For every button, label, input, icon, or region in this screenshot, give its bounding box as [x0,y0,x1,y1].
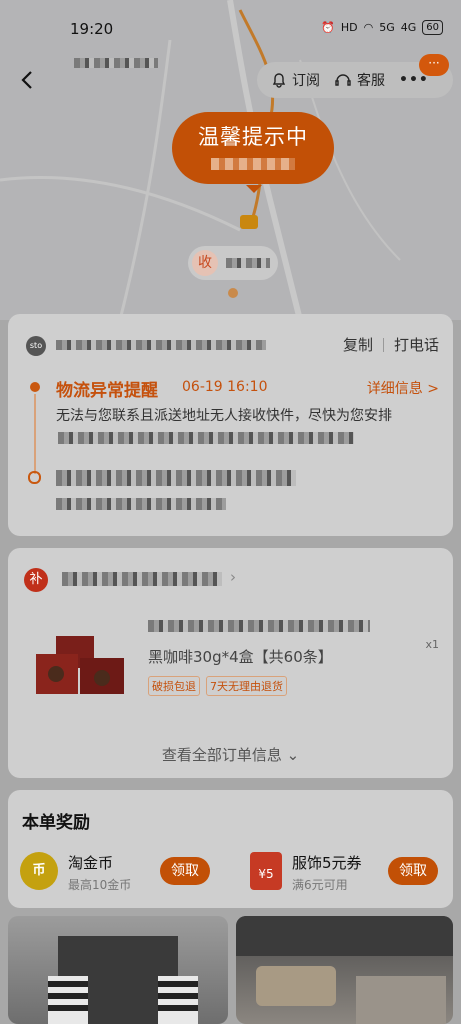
status-bar: 19:20 ⏰ HD ◠ 5G 4G 60 [0,18,461,42]
signal-4g-icon: 4G [400,21,417,34]
receiver-marker[interactable]: 收 [188,246,278,280]
view-all-order-button[interactable]: 查看全部订单信息 ⌄ [8,744,453,765]
alert-title: 物流异常提醒 [56,381,158,401]
rewards-card: 本单奖励 币 淘金币 最高10金币 领取 ¥5 服饰5元券 满6元可用 领取 [8,790,453,908]
divider [382,337,384,352]
timeline-dot [28,471,41,484]
redacted-title [74,58,158,68]
redacted-event [56,470,296,486]
product-title: 黑咖啡30g*4盒【共60条】 [148,648,333,666]
feed-item[interactable] [236,916,453,1024]
redacted-product-name [148,620,370,632]
back-arrow-icon[interactable] [18,70,38,90]
redacted-shop-name[interactable] [62,572,222,586]
carrier-logo: sto [26,336,46,356]
feed-image [48,936,198,1024]
view-all-label: 查看全部订单信息 [161,746,282,764]
alarm-icon: ⏰ [321,21,335,34]
tag: 7天无理由退货 [206,676,287,696]
reward-sub: 最高10金币 [68,878,132,892]
redacted-receiver [226,258,270,268]
redacted-event-time [56,498,226,510]
shop-icon: 补 [24,568,48,592]
reward-item: 币 淘金币 最高10金币 [20,852,131,893]
rewards-title: 本单奖励 [22,813,90,833]
reward-item: ¥5 服饰5元券 满6元可用 [250,852,362,893]
truck-icon [240,215,258,229]
service-tags: 破损包退 7天无理由退货 [148,676,287,696]
claim-button[interactable]: 领取 [388,857,438,885]
subscribe-button[interactable]: 订阅 [271,70,320,90]
chevron-down-icon: ⌄ [286,746,300,764]
logistics-actions: 复制 打电话 [343,334,439,355]
status-icons: ⏰ HD ◠ 5G 4G 60 [321,20,443,35]
detail-link[interactable]: 详细信息 > [367,378,439,398]
battery-icon: 60 [422,20,443,35]
reward-name: 服饰5元券 [292,854,362,872]
product-image[interactable] [36,636,128,700]
alert-description: 无法与您联系且派送地址无人接收快件，尽快为您安排 [56,408,392,424]
redacted-bubble-sub [211,158,295,170]
timeline-dot-active [30,382,40,392]
subscribe-label: 订阅 [292,73,320,89]
tag: 破损包退 [148,676,200,696]
claim-button[interactable]: 领取 [160,857,210,885]
quantity: x1 [425,638,439,651]
receiver-icon: 收 [192,250,218,276]
alert-time: 06-19 16:10 [182,379,268,395]
more-badge[interactable]: ··· [419,54,449,76]
chevron-right-icon: › [230,568,236,586]
bubble-title: 温馨提示中 [198,125,308,149]
call-button[interactable]: 打电话 [394,334,439,355]
hd-icon: HD [340,21,358,34]
feed-item[interactable] [8,916,228,1024]
customer-service-button[interactable]: 客服 [334,70,385,90]
reward-name: 淘金币 [68,854,114,872]
logistics-card[interactable]: sto 复制 打电话 物流异常提醒 06-19 16:10 详细信息 > 无法与… [8,314,453,536]
feed-image [236,916,453,1024]
headset-icon [335,74,351,86]
signal-5g-icon: 5G [379,21,395,34]
reward-sub: 满6元可用 [292,878,348,892]
bell-icon [272,73,286,88]
status-bubble[interactable]: 温馨提示中 [172,112,334,193]
wifi-icon: ◠ [363,21,374,34]
redacted-tracking [56,340,266,350]
timeline-line [34,394,36,474]
coupon-icon: ¥5 [250,852,282,890]
order-card[interactable]: 补 › 黑咖啡30g*4盒【共60条】 x1 破损包退 7天无理由退货 查看全部… [8,548,453,778]
status-time: 19:20 [70,20,114,38]
copy-button[interactable]: 复制 [343,334,373,355]
service-label: 客服 [357,73,385,89]
redacted-desc-line [58,432,354,444]
coin-icon: 币 [20,852,58,890]
